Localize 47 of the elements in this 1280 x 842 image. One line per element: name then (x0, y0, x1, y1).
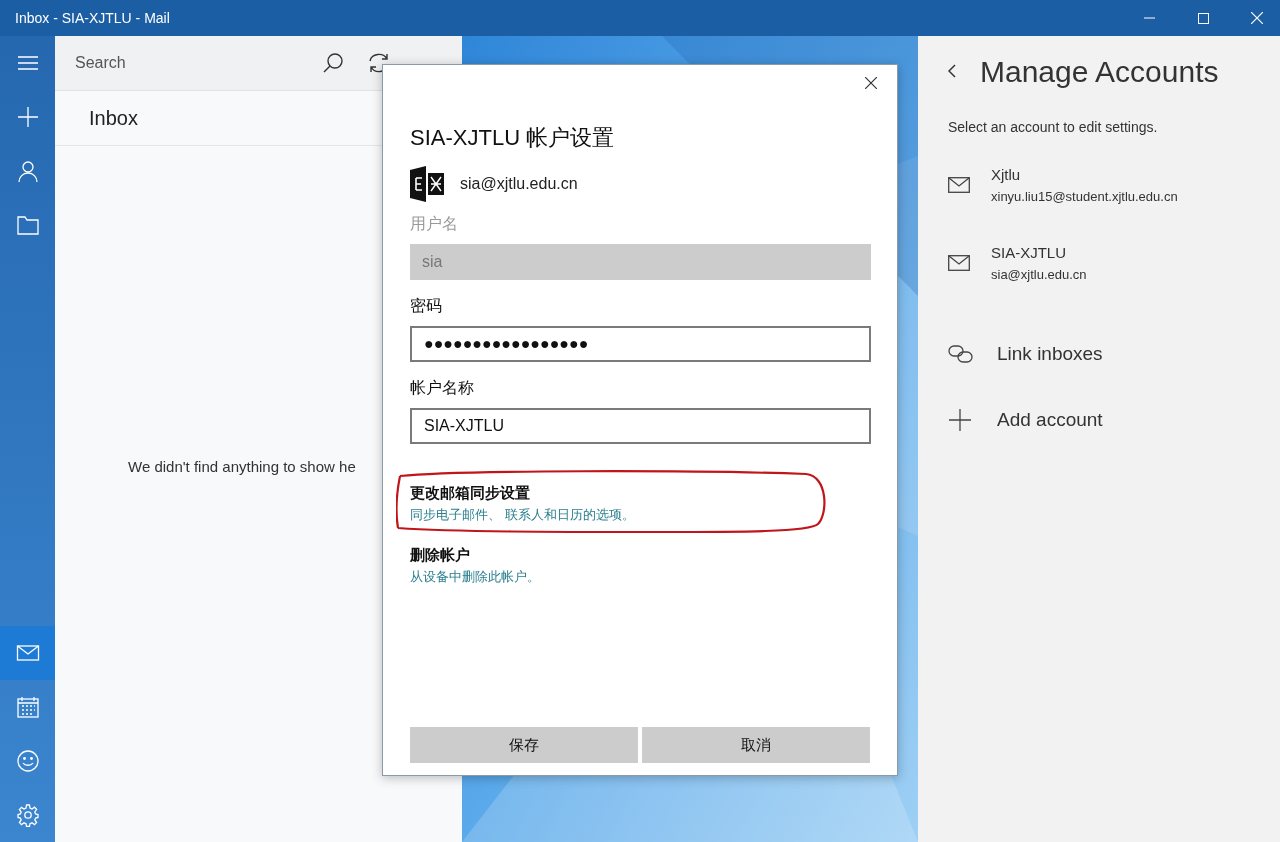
account-email: xinyu.liu15@student.xjtlu.edu.cn (991, 187, 1178, 206)
close-icon (1251, 12, 1263, 24)
link-icon (948, 344, 974, 364)
panel-action[interactable]: Add account (948, 398, 1280, 442)
link-description: 同步电子邮件、 联系人和日历的选项。 (410, 505, 635, 524)
sync-icon (367, 52, 391, 74)
search-icon (322, 52, 344, 74)
field-label: 用户名 (410, 214, 459, 234)
link-title: 更改邮箱同步设置 (410, 483, 530, 503)
account-name: SIA-XJTLU (991, 243, 1067, 263)
search-field[interactable]: Search (75, 51, 295, 75)
account-name: Xjtlu (991, 165, 1022, 185)
mail-icon (948, 177, 970, 193)
account-email: sia@xjtlu.edu.cn (991, 265, 1087, 284)
person-icon (15, 159, 40, 183)
dialog-title: SIA-XJTLU 帐户设置 (410, 124, 616, 152)
folder-title: Inbox (89, 106, 138, 131)
account-item[interactable]: Xjtlu xinyu.liu15@student.xjtlu.edu.cn (948, 158, 1280, 212)
smiley-icon (15, 749, 40, 773)
settings-link[interactable]: 更改邮箱同步设置 同步电子邮件、 联系人和日历的选项。 (410, 482, 635, 524)
text-field[interactable]: SIA-XJTLU (410, 408, 871, 444)
link-description: 从设备中删除此帐户。 (410, 567, 540, 586)
close-icon (865, 77, 877, 89)
dialog-button[interactable]: 保存 (410, 727, 638, 763)
nav-rail-button[interactable] (0, 626, 55, 680)
settings-link[interactable]: 删除帐户 从设备中删除此帐户。 (410, 544, 540, 586)
maximize-icon (1197, 12, 1209, 24)
field-label: 帐户名称 (410, 378, 475, 398)
panel-action[interactable]: Link inboxes (948, 332, 1280, 376)
settings-icon (15, 803, 40, 827)
plus-icon (15, 105, 40, 129)
window-title: Inbox - SIA-XJTLU - Mail (15, 8, 171, 28)
panel-subtitle: Select an account to edit settings. (948, 118, 1159, 137)
account-item[interactable]: SIA-XJTLU sia@xjtlu.edu.cn (948, 236, 1280, 290)
text-field[interactable]: ●●●●●●●●●●●●●●●●● (410, 326, 871, 362)
back-icon (948, 64, 956, 78)
plus-icon (948, 408, 972, 432)
account-email: sia@xjtlu.edu.cn (460, 174, 578, 194)
mail-icon (948, 255, 970, 271)
minimize-icon (1143, 17, 1155, 19)
link-title: 删除帐户 (410, 545, 470, 565)
calendar-icon (15, 695, 40, 719)
dialog-button[interactable]: 取消 (642, 727, 870, 763)
empty-message: We didn't find anything to show he (128, 456, 356, 477)
folder-icon (15, 213, 40, 237)
field-label: 密码 (410, 296, 443, 316)
panel-title: Manage Accounts (980, 53, 1219, 90)
